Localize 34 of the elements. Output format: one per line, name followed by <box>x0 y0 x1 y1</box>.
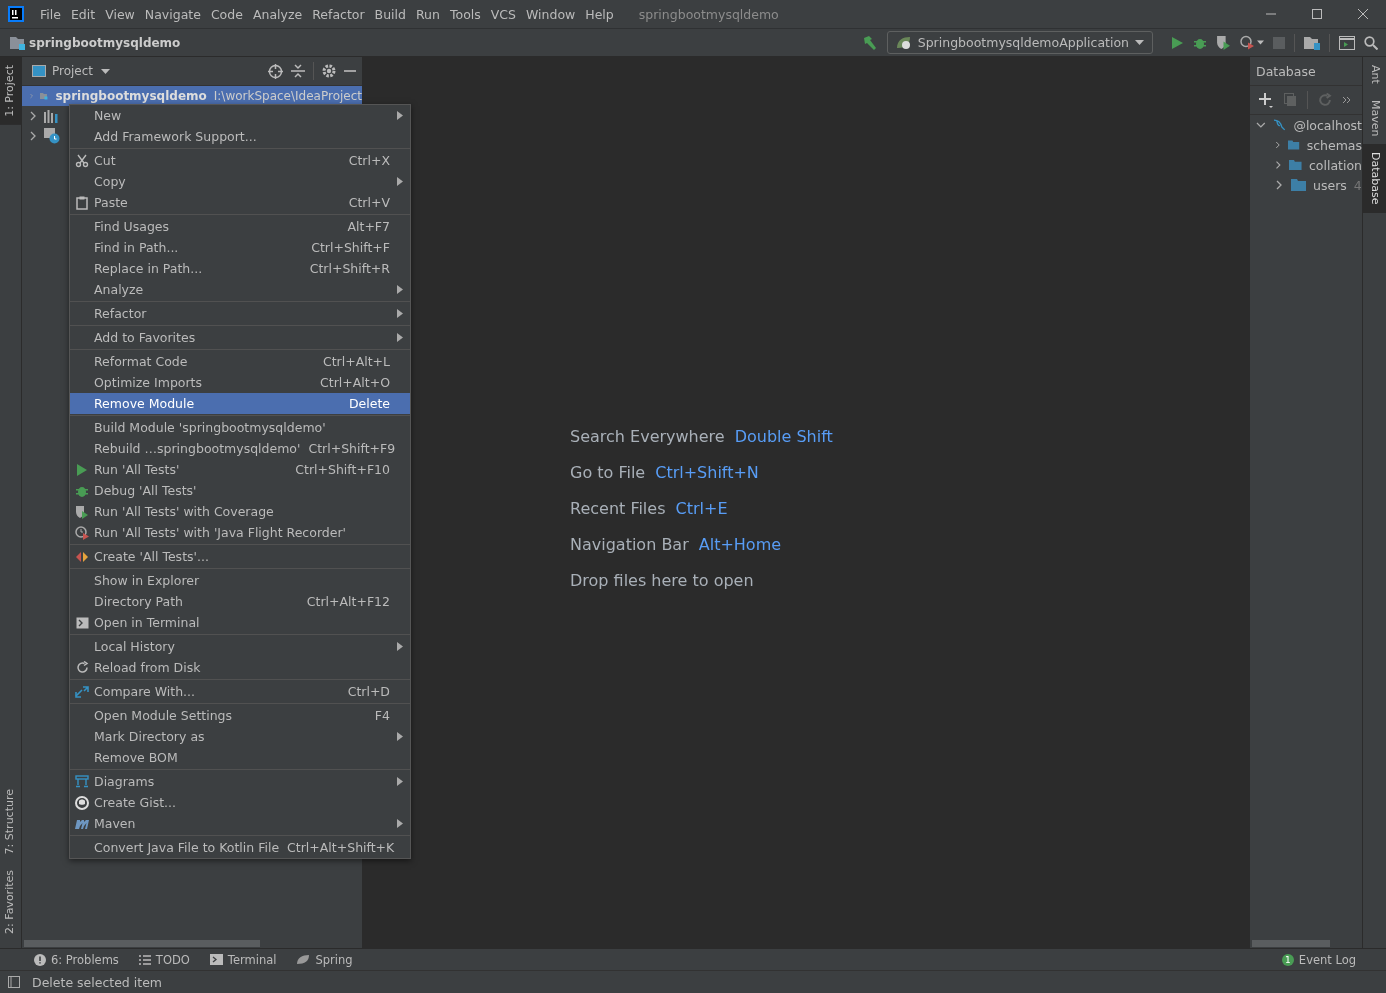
hint-text: Go to File <box>570 462 646 482</box>
tree-path: I:\workSpace\IdeaProject <box>213 89 362 103</box>
tree-label: schemas <box>1306 137 1362 153</box>
hint-text: Drop files here to open <box>570 570 754 590</box>
shortcut-text: Ctrl+Shift+F10 <box>295 462 390 477</box>
shortcut-text: Ctrl+Shift+F9 <box>308 441 396 456</box>
tree-label: collation <box>1308 157 1362 173</box>
hint-text: Recent Files <box>570 498 666 518</box>
shortcut-text: Ctrl+E <box>675 498 728 518</box>
shortcut-text: Ctrl+Shift+F <box>311 240 390 255</box>
count-text: 4 <box>1353 177 1362 193</box>
shortcut-text: Alt+F7 <box>347 219 390 234</box>
status-message: Delete selected item <box>32 974 163 990</box>
tree-label: users <box>1313 177 1347 193</box>
tree-label: springbootmysqldemo <box>55 89 207 103</box>
hint-text: Navigation Bar <box>570 534 689 554</box>
panel-title: Database <box>1256 63 1316 79</box>
shortcut-text: Double Shift <box>734 426 833 446</box>
window-title: springbootmysqldemo <box>638 6 779 22</box>
shortcut-text: Ctrl+Shift+R <box>309 261 390 276</box>
notification-badge: 1 <box>1281 953 1294 966</box>
shortcut-text: F4 <box>374 708 390 723</box>
shortcut-text: Ctrl+V <box>348 195 390 210</box>
shortcut-text: Alt+Home <box>698 534 782 554</box>
tree-label: @localhost <box>1293 117 1362 133</box>
shortcut-text: Ctrl+D <box>347 684 390 699</box>
shortcut-text: Ctrl+Alt+F12 <box>306 594 390 609</box>
shortcut-text: Delete <box>348 396 390 411</box>
shortcut-text: Ctrl+Shift+N <box>655 462 759 482</box>
shortcut-text: Ctrl+Alt+O <box>320 375 390 390</box>
shortcut-text: Ctrl+Alt+Shift+K <box>287 840 395 855</box>
hint-text: Search Everywhere <box>570 426 725 446</box>
shortcut-text: Ctrl+Alt+L <box>322 354 390 369</box>
shortcut-text: Ctrl+X <box>348 153 390 168</box>
